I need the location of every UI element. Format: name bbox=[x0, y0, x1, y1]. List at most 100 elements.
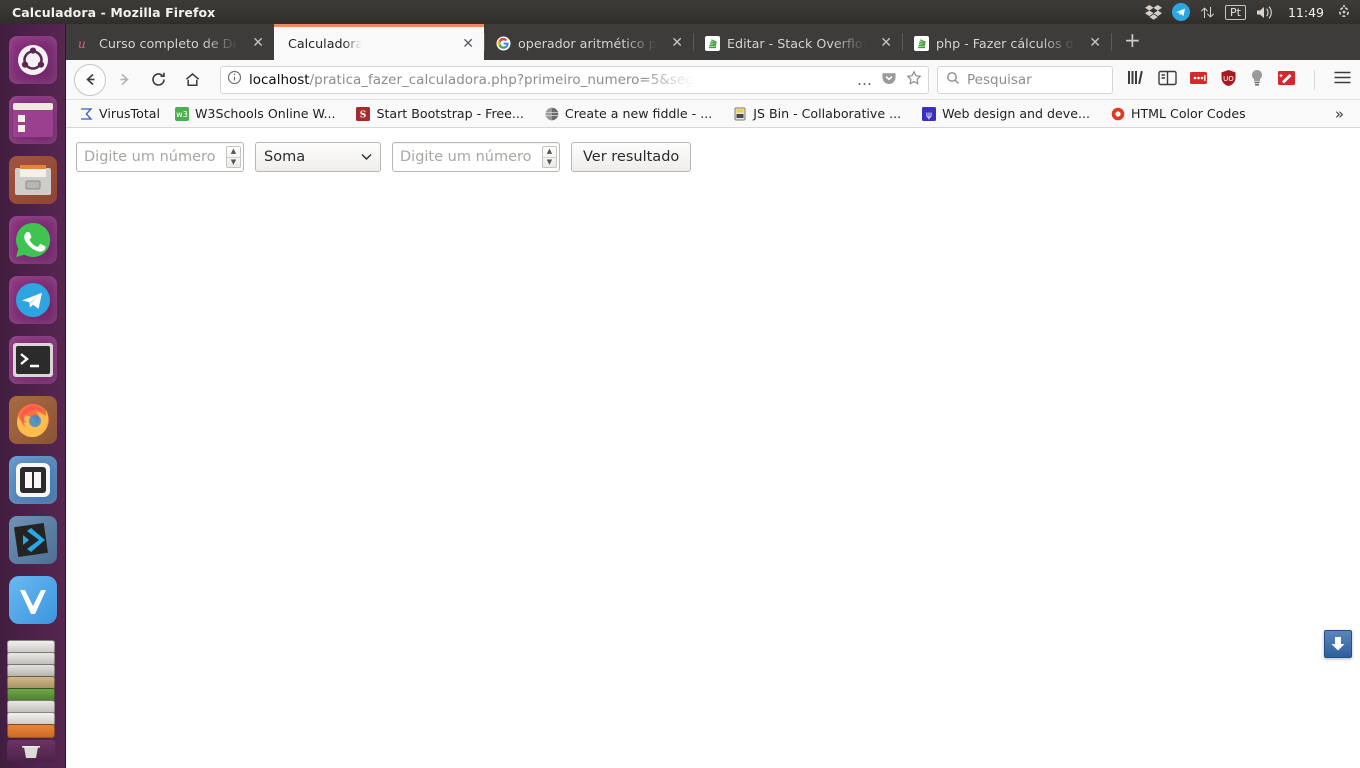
sidebar-icon[interactable] bbox=[1158, 70, 1177, 90]
tab-editar-stack-overflow[interactable]: Editar - Stack Overflow e ✕ bbox=[694, 26, 902, 60]
new-tab-button[interactable]: + bbox=[1112, 30, 1153, 54]
bookmark-label: JS Bin - Collaborative ... bbox=[753, 106, 902, 121]
tab-calculadora[interactable]: Calculadora ✕ bbox=[274, 24, 484, 60]
launcher-item-files-window[interactable] bbox=[8, 96, 57, 144]
stackoverflow-icon bbox=[704, 35, 720, 51]
launcher-workspace-stack[interactable] bbox=[7, 640, 59, 762]
library-icon[interactable] bbox=[1127, 69, 1146, 90]
chevron-down-icon bbox=[361, 151, 372, 164]
reload-button[interactable] bbox=[142, 64, 174, 96]
url-text[interactable]: localhost/pratica_fazer_calculadora.php?… bbox=[249, 72, 694, 88]
bookmark-html-color-codes[interactable]: HTML Color Codes bbox=[1104, 104, 1252, 124]
spinner-down-icon[interactable]: ▼ bbox=[543, 158, 556, 168]
svg-text:u: u bbox=[78, 37, 86, 51]
operation-selected-value: Soma bbox=[264, 149, 306, 165]
second-number-input[interactable]: Digite um número ▲ ▼ bbox=[392, 142, 560, 172]
bookmark-w3schools[interactable]: w3 W3Schools Online W... bbox=[168, 104, 341, 124]
google-icon bbox=[495, 35, 511, 51]
spinner-down-icon[interactable]: ▼ bbox=[227, 158, 240, 168]
keyboard-layout-indicator[interactable]: Pt bbox=[1225, 0, 1246, 24]
launcher-item-telegram[interactable] bbox=[8, 276, 57, 324]
submit-button[interactable]: Ver resultado bbox=[571, 142, 692, 172]
bookmark-label: VirusTotal bbox=[99, 106, 160, 121]
ublock-shield-icon[interactable]: UO bbox=[1220, 69, 1237, 91]
launcher-item-vscode[interactable] bbox=[8, 516, 57, 564]
unity-launcher bbox=[0, 24, 66, 768]
forward-button[interactable] bbox=[108, 64, 140, 96]
spinner-up-icon[interactable]: ▲ bbox=[543, 147, 556, 158]
second-number-spinner[interactable]: ▲ ▼ bbox=[542, 146, 557, 168]
bookmark-jsbin[interactable]: JS Bin - Collaborative ... bbox=[726, 104, 907, 124]
tab-close-icon[interactable]: ✕ bbox=[458, 37, 478, 51]
first-number-spinner[interactable]: ▲ ▼ bbox=[226, 146, 241, 168]
bookmark-start-bootstrap[interactable]: S Start Bootstrap - Free... bbox=[349, 104, 529, 124]
search-icon bbox=[946, 71, 960, 89]
menu-hamburger-icon[interactable] bbox=[1333, 70, 1352, 89]
page-content: Digite um número ▲ ▼ Soma Digite um núme… bbox=[66, 128, 1360, 768]
bootstrap-icon: S bbox=[355, 106, 371, 122]
bookmark-web-design[interactable]: ψ Web design and deve... bbox=[915, 104, 1096, 124]
dropbox-icon[interactable] bbox=[1145, 0, 1163, 24]
launcher-item-terminal[interactable] bbox=[8, 336, 57, 384]
navigation-toolbar: localhost/pratica_fazer_calculadora.php?… bbox=[66, 60, 1360, 100]
url-bar-actions: … bbox=[849, 69, 922, 90]
tab-label: php - Fazer cálculos de va bbox=[936, 35, 1079, 51]
first-number-placeholder: Digite um número bbox=[84, 149, 216, 165]
launcher-item-brackets[interactable] bbox=[8, 456, 57, 504]
jsbin-icon bbox=[732, 106, 748, 122]
launcher-item-ubuntu-dash[interactable] bbox=[8, 36, 57, 84]
tab-label: operador aritmético php bbox=[518, 35, 661, 51]
bookmarks-overflow-chevron[interactable]: » bbox=[1325, 105, 1354, 123]
volume-icon[interactable] bbox=[1256, 0, 1276, 24]
tab-close-icon[interactable]: ✕ bbox=[876, 36, 896, 50]
launcher-item-whatsapp[interactable] bbox=[8, 216, 57, 264]
tab-label: Curso completo de Dese bbox=[99, 35, 242, 51]
firefox-window: u Curso completo de Dese ✕ Calculadora ✕ bbox=[66, 24, 1360, 768]
launcher-item-workbench[interactable] bbox=[8, 576, 57, 624]
spinner-up-icon[interactable]: ▲ bbox=[227, 147, 240, 158]
udemy-icon: u bbox=[76, 35, 92, 51]
launcher-item-trash[interactable] bbox=[7, 740, 55, 762]
bookmark-label: Start Bootstrap - Free... bbox=[376, 106, 524, 121]
back-button[interactable] bbox=[74, 63, 106, 96]
magic-wand-icon[interactable] bbox=[1277, 70, 1296, 90]
desktop-screen: Calculadora - Mozilla Firefox Pt 11:49 u… bbox=[0, 0, 1360, 768]
launcher-item-amazon[interactable] bbox=[7, 724, 55, 738]
bookmark-virustotal[interactable]: VirusTotal bbox=[72, 104, 166, 124]
pocket-icon[interactable] bbox=[881, 70, 897, 90]
first-number-input[interactable]: Digite um número ▲ ▼ bbox=[76, 142, 244, 172]
url-bar[interactable]: localhost/pratica_fazer_calculadora.php?… bbox=[220, 65, 929, 94]
session-menu-icon[interactable] bbox=[1336, 0, 1352, 24]
tab-php-fazer-calculos[interactable]: php - Fazer cálculos de va ✕ bbox=[903, 26, 1111, 60]
bookmark-label: Web design and deve... bbox=[942, 106, 1090, 121]
info-circle-icon[interactable] bbox=[227, 70, 242, 89]
tab-close-icon[interactable]: ✕ bbox=[248, 36, 268, 50]
bookmark-star-icon[interactable] bbox=[906, 69, 922, 90]
svg-text:S: S bbox=[360, 110, 367, 120]
lightbulb-icon[interactable] bbox=[1249, 69, 1265, 91]
stackoverflow-icon bbox=[913, 35, 929, 51]
extension-red-dots-icon[interactable] bbox=[1189, 70, 1208, 90]
telegram-icon[interactable] bbox=[1172, 0, 1191, 24]
bookmark-jsfiddle[interactable]: Create a new fiddle - ... bbox=[538, 104, 718, 124]
launcher-item-firefox[interactable] bbox=[8, 396, 57, 444]
svg-text:ψ: ψ bbox=[926, 110, 932, 120]
toolbar-extension-icons: UO bbox=[1115, 69, 1352, 91]
download-arrow-icon[interactable] bbox=[1324, 630, 1352, 658]
tab-operador-aritmetico[interactable]: operador aritmético php ✕ bbox=[485, 26, 693, 60]
clock[interactable]: 11:49 bbox=[1286, 5, 1326, 20]
operation-select[interactable]: Soma bbox=[255, 142, 381, 172]
home-button[interactable] bbox=[176, 64, 208, 96]
search-bar[interactable]: Pesquisar bbox=[937, 65, 1113, 94]
page-actions-icon[interactable]: … bbox=[857, 72, 872, 87]
launcher-item-file-cabinet[interactable] bbox=[8, 156, 57, 204]
network-icon[interactable] bbox=[1200, 0, 1215, 24]
toolbar-separator bbox=[1314, 69, 1315, 90]
tab-close-icon[interactable]: ✕ bbox=[1085, 36, 1105, 50]
window-title: Calculadora - Mozilla Firefox bbox=[12, 4, 216, 20]
tab-bar: u Curso completo de Dese ✕ Calculadora ✕ bbox=[66, 24, 1360, 60]
bookmarks-toolbar: VirusTotal w3 W3Schools Online W... S St… bbox=[66, 100, 1360, 128]
tab-label: Calculadora bbox=[288, 36, 364, 51]
tab-curso-completo[interactable]: u Curso completo de Dese ✕ bbox=[66, 26, 274, 60]
tab-close-icon[interactable]: ✕ bbox=[667, 36, 687, 50]
